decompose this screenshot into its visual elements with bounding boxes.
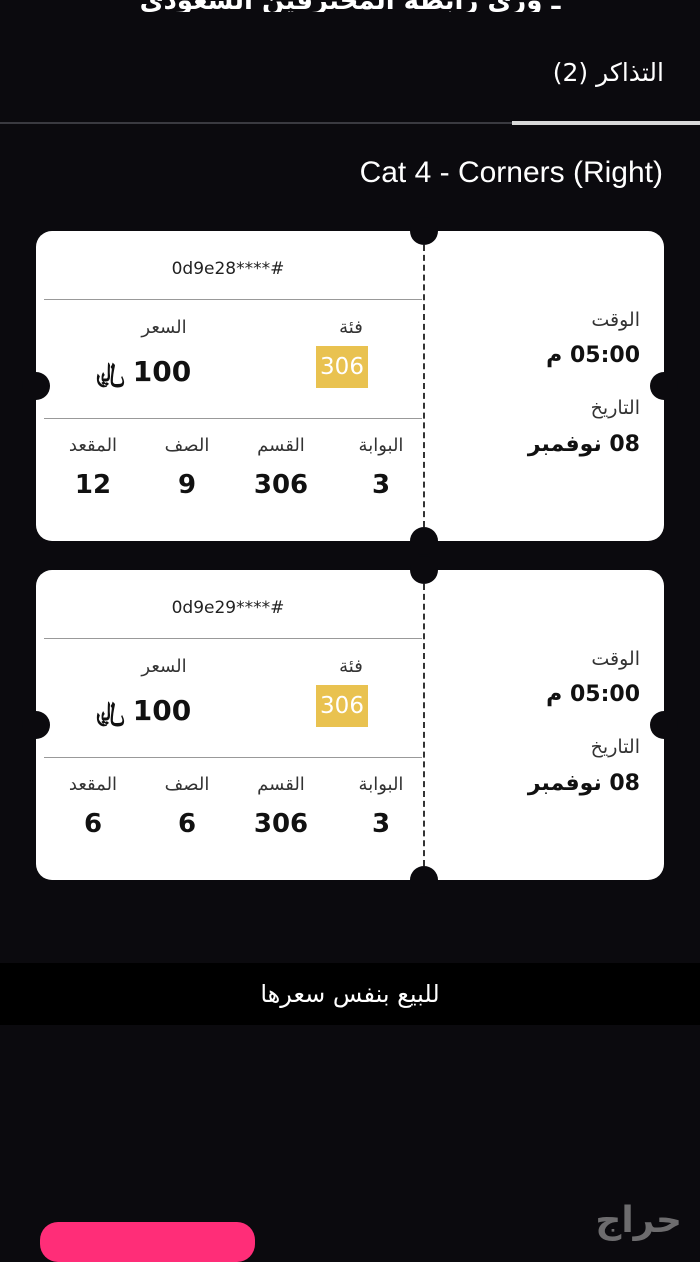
divider	[44, 418, 422, 419]
tab-bar: التذاكر (2)	[0, 40, 700, 125]
perforation-line	[423, 245, 425, 527]
tab-tickets[interactable]: التذاكر (2)	[553, 58, 664, 87]
row-label: الصف	[164, 435, 210, 456]
ticket-card[interactable]: الوقت 05:00 م التاريخ 08 نوفمبر 0d9e29**…	[22, 556, 678, 894]
riyal-currency-icon: ﷼	[96, 358, 125, 388]
seat-label: المقعد	[68, 435, 118, 456]
ticket-id: 0d9e28****#	[171, 259, 285, 279]
seat-value: 12	[74, 470, 112, 500]
gate-value: 3	[371, 470, 391, 500]
time-label: الوقت	[591, 309, 640, 331]
gate-label: البوابة	[358, 774, 404, 795]
time-value: 05:00 م	[546, 682, 640, 707]
seat-value: 6	[83, 809, 103, 839]
date-value: 08 نوفمبر	[527, 432, 640, 457]
divider	[44, 638, 422, 639]
sale-note-banner: للبيع بنفس سعرها	[0, 963, 700, 1025]
date-label: التاريخ	[590, 397, 640, 419]
ticket-id: 0d9e29****#	[171, 598, 285, 618]
row-value: 9	[177, 470, 197, 500]
page-header-title: ـ وري رابطة المحترفين السعودي	[0, 0, 700, 12]
section-value: 306	[253, 809, 309, 839]
time-value: 05:00 م	[546, 343, 640, 368]
divider	[44, 757, 422, 758]
seat-label: المقعد	[68, 774, 118, 795]
gate-value: 3	[371, 809, 391, 839]
category-label: فئة	[339, 317, 363, 338]
category-label: فئة	[339, 656, 363, 677]
section-label: القسم	[257, 435, 305, 456]
action-button[interactable]	[40, 1222, 255, 1262]
price-label: السعر	[141, 656, 187, 677]
divider	[44, 299, 422, 300]
price-value: ﷼ 100	[96, 355, 192, 388]
time-label: الوقت	[591, 648, 640, 670]
category-badge: 306	[316, 346, 368, 388]
price-label: السعر	[141, 317, 187, 338]
category-title: Cat 4 - Corners (Right)	[359, 156, 663, 189]
date-value: 08 نوفمبر	[527, 771, 640, 796]
gate-label: البوابة	[358, 435, 404, 456]
price-value: ﷼ 100	[96, 694, 192, 727]
section-label: القسم	[257, 774, 305, 795]
riyal-currency-icon: ﷼	[96, 697, 125, 727]
haraj-watermark-logo: حراج	[595, 1200, 682, 1241]
ticket-card[interactable]: الوقت 05:00 م التاريخ 08 نوفمبر 0d9e28**…	[22, 217, 678, 555]
category-badge: 306	[316, 685, 368, 727]
row-value: 6	[177, 809, 197, 839]
date-label: التاريخ	[590, 736, 640, 758]
perforation-line	[423, 584, 425, 866]
tab-active-indicator	[512, 121, 700, 125]
row-label: الصف	[164, 774, 210, 795]
section-value: 306	[253, 470, 309, 500]
